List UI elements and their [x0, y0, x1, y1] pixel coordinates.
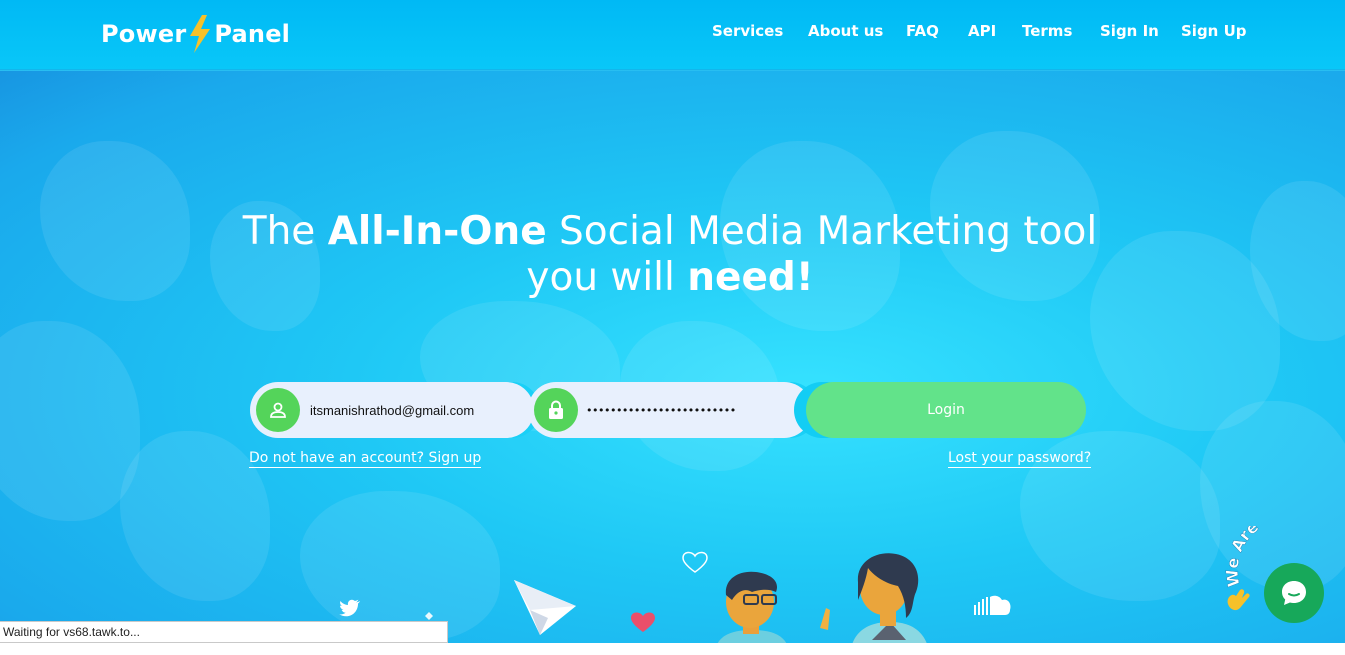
- email-field: [250, 382, 534, 438]
- chat-button[interactable]: [1264, 563, 1324, 623]
- headline-text: you will: [526, 255, 688, 300]
- page-bottom-strip: [0, 643, 1345, 655]
- soundcloud-icon: [974, 595, 1011, 615]
- nav-link-services[interactable]: Services: [712, 22, 783, 40]
- email-input[interactable]: [310, 402, 510, 418]
- lock-icon: [534, 388, 578, 432]
- lost-password-link[interactable]: Lost your password?: [948, 450, 1092, 468]
- waving-hand-icon: [1227, 589, 1250, 611]
- login-button[interactable]: Login: [806, 382, 1086, 438]
- signup-link[interactable]: Do not have an account? Sign up: [249, 450, 482, 468]
- hero-headline: The All-In-One Social Media Marketing to…: [170, 209, 1170, 301]
- browser-status-bar: Waiting for vs68.tawk.to...: [0, 621, 448, 643]
- heart-icon: [631, 612, 655, 632]
- nav-link-sign-in[interactable]: Sign In: [1100, 22, 1159, 40]
- password-field: •••••••••••••••••••••••••: [528, 382, 812, 438]
- chat-bubble-icon: [1282, 581, 1306, 605]
- headline-bold-text: All-In-One: [327, 209, 547, 254]
- user-icon: [256, 388, 300, 432]
- headline-text: Social Media Marketing tool: [546, 209, 1098, 254]
- sparkle-icon: [425, 612, 433, 620]
- heart-outline-icon: [682, 551, 708, 573]
- nav-link-api[interactable]: API: [968, 22, 996, 40]
- nav-link-sign-up[interactable]: Sign Up: [1181, 22, 1247, 40]
- woman-figure: [820, 553, 930, 655]
- headline-bold-text: need!: [687, 255, 814, 300]
- twitter-icon: [339, 599, 360, 617]
- password-input[interactable]: •••••••••••••••••••••••••: [586, 404, 736, 417]
- nav-link-faq[interactable]: FAQ: [906, 22, 939, 40]
- main-nav: Services About us FAQ API Terms Sign In …: [0, 22, 1345, 44]
- headline-text: The: [242, 209, 328, 254]
- paper-plane-icon: [514, 580, 576, 635]
- nav-link-terms[interactable]: Terms: [1022, 22, 1072, 40]
- site-header: Power Panel Services About us FAQ API Te…: [0, 0, 1345, 70]
- nav-link-about-us[interactable]: About us: [808, 22, 883, 40]
